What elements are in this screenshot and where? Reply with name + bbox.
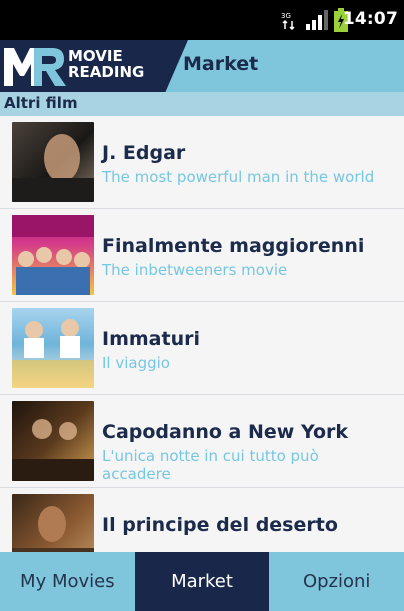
list-item[interactable]: Il principe del deserto [0,488,404,552]
movie-list[interactable]: J. Edgar The most powerful man in the wo… [0,116,404,552]
list-item[interactable]: J. Edgar The most powerful man in the wo… [0,116,404,209]
tab-opzioni[interactable]: Opzioni [269,552,404,611]
movie-poster [12,308,94,388]
data-sync-icon: 3G [281,12,295,30]
list-item[interactable]: Immaturi Il viaggio [0,302,404,395]
movie-title: Finalmente maggiorenni [102,235,365,257]
signal-bars-icon [306,10,328,30]
tab-market[interactable]: Market [134,552,270,611]
movie-title: J. Edgar [102,142,186,164]
movie-poster [12,122,94,202]
logo[interactable]: MOVIE READING [0,40,188,92]
movie-title: Immaturi [102,328,200,350]
app-header: MOVIE READING Market [0,40,404,92]
logo-line-2: READING [68,63,145,81]
bottom-tab-bar: My Movies Market Opzioni [0,552,404,611]
logo-line-1: MOVIE [68,47,123,65]
list-item[interactable]: Capodanno a New York L'unica notte in cu… [0,395,404,488]
movie-subtitle: The inbetweeners movie [102,261,288,279]
svg-text:3G: 3G [281,12,291,20]
movie-subtitle: L'unica notte in cui tutto può accadere [102,447,319,483]
status-bar: 3G 14:07 [0,0,404,40]
movie-poster [12,494,94,552]
page-title: Market [183,53,259,75]
movie-title: Capodanno a New York [102,421,349,443]
section-title: Altri film [4,94,78,112]
tab-my-movies[interactable]: My Movies [0,552,135,611]
movie-title: Il principe del deserto [102,514,338,536]
section-header: Altri film [0,92,404,116]
logo-text: MOVIE READING [68,48,144,80]
clock: 14:07 [342,9,398,29]
movie-poster [12,215,94,295]
movie-subtitle: Il viaggio [102,354,170,372]
movie-reading-logo-icon [4,48,66,86]
movie-subtitle: The most powerful man in the world [102,168,375,186]
list-item[interactable]: Finalmente maggiorenni The inbetweeners … [0,209,404,302]
movie-poster [12,401,94,481]
